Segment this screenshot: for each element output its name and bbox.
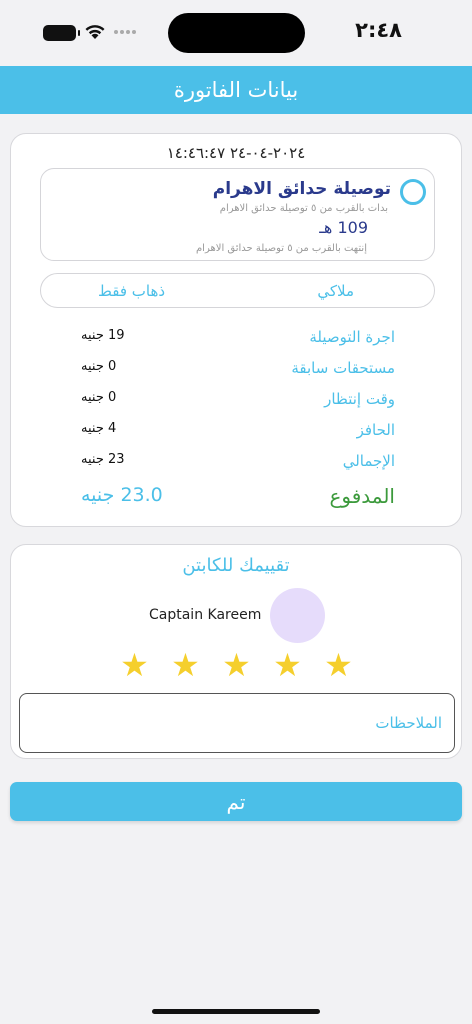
fare-row-label: الإجمالي (342, 452, 395, 470)
captain-name: Captain Kareem (149, 607, 262, 623)
fare-row: الإجمالي 23 جنيه (11, 448, 461, 479)
trip-name: توصيلة حدائق الاهرام (212, 179, 391, 199)
star-icon[interactable]: ★ (221, 649, 252, 681)
trip-direction-label: ذهاب فقط (98, 282, 166, 300)
fare-row-value: 23 جنيه (81, 452, 125, 467)
star-icon[interactable]: ★ (323, 649, 354, 681)
done-button[interactable]: تم (10, 782, 462, 821)
app-header: بيانات الفاتورة (0, 66, 472, 114)
paid-label: المدفوع (329, 484, 395, 508)
wifi-icon (85, 25, 105, 39)
notes-placeholder: الملاحظات (375, 714, 442, 732)
fare-row-value: 4 جنيه (81, 421, 117, 436)
trip-price: 109 هـ (319, 218, 368, 237)
car-type-label: ملاكي (317, 282, 354, 300)
fare-row-label: مستحقات سابقة (291, 359, 395, 377)
fare-row-label: وقت إنتظار (324, 390, 395, 408)
fare-row: اجرة التوصيلة 19 جنيه (11, 324, 461, 355)
fare-row-value: 19 جنيه (81, 328, 125, 343)
paid-amount: 23.0 جنيه (81, 484, 163, 506)
fare-row: الحافز 4 جنيه (11, 417, 461, 448)
avatar (270, 588, 325, 643)
trip-type-box: ملاكي ذهاب فقط (40, 273, 435, 308)
radio-button[interactable] (400, 179, 426, 205)
dynamic-island (168, 13, 305, 53)
rating-card: تقييمك للكابتن Captain Kareem ★ ★ ★ ★ ★ … (10, 544, 462, 759)
star-icon[interactable]: ★ (119, 649, 150, 681)
trip-item[interactable]: توصيلة حدائق الاهرام بدات بالقرب من ٥ تو… (40, 168, 435, 261)
fare-row: مستحقات سابقة 0 جنيه (11, 355, 461, 386)
home-indicator[interactable] (152, 1009, 320, 1014)
star-rating[interactable]: ★ ★ ★ ★ ★ (119, 649, 354, 681)
invoice-card: ٢٠٢٤-٠٤-٢٤ ١٤:٤٦:٤٧ توصيلة حدائق الاهرام… (10, 133, 462, 527)
fare-row-value: 0 جنيه (81, 390, 117, 405)
star-icon[interactable]: ★ (272, 649, 303, 681)
signal-icon (114, 30, 136, 34)
rating-title: تقييمك للكابتن (182, 555, 290, 576)
star-icon[interactable]: ★ (170, 649, 201, 681)
invoice-date: ٢٠٢٤-٠٤-٢٤ ١٤:٤٦:٤٧ (166, 144, 306, 162)
status-time: ٢:٤٨ (355, 18, 402, 42)
status-bar: ٢:٤٨ (0, 0, 472, 64)
done-button-label: تم (226, 789, 246, 814)
fare-row-label: الحافز (356, 421, 395, 439)
fare-breakdown: اجرة التوصيلة 19 جنيه مستحقات سابقة 0 جن… (11, 324, 461, 479)
trip-end-location: إنتهت بالقرب من ٥ توصيلة حدائق الاهرام (195, 243, 367, 254)
battery-icon (43, 25, 80, 41)
fare-row: وقت إنتظار 0 جنيه (11, 386, 461, 417)
fare-row-label: اجرة التوصيلة (309, 328, 395, 346)
page-title: بيانات الفاتورة (173, 78, 299, 102)
notes-input[interactable]: الملاحظات (19, 693, 455, 753)
fare-row-value: 0 جنيه (81, 359, 117, 374)
trip-start-location: بدات بالقرب من ٥ توصيلة حدائق الاهرام (219, 203, 388, 214)
